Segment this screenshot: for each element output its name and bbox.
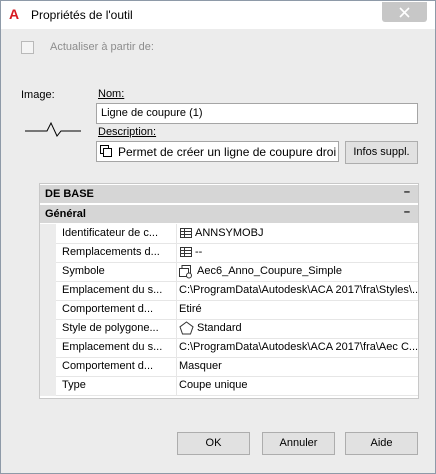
property-value-cell[interactable]: C:\ProgramData\Autodesk\ACA 2017\fra\Sty… (176, 281, 419, 300)
title-bar: A Propriétés de l'outil (1, 1, 435, 29)
symbol-icon (179, 265, 192, 279)
property-value-cell[interactable]: ANNSYMOBJ (176, 224, 418, 243)
autocad-logo-icon: A (9, 6, 20, 22)
category-base-label: DE BASE (45, 188, 94, 200)
category-general[interactable]: Général – (40, 205, 418, 223)
description-field[interactable]: Permet de créer un ligne de coupure droi (96, 141, 339, 162)
property-row[interactable]: Comportement d... Etiré (40, 300, 418, 320)
description-label: Description: (98, 126, 157, 138)
category-general-label: Général (45, 208, 86, 220)
property-value-cell[interactable]: Aec6_Anno_Coupure_Simple (176, 262, 418, 281)
property-row[interactable]: Emplacement du s... C:\ProgramData\Autod… (40, 281, 418, 301)
property-value: Standard (197, 322, 242, 334)
help-button[interactable]: Aide (345, 432, 418, 455)
property-value: -- (195, 246, 203, 258)
property-value-cell[interactable]: Masquer (176, 357, 418, 376)
pentagon-icon (179, 321, 194, 335)
property-value: Etiré (179, 303, 202, 315)
property-value: C:\ProgramData\Autodesk\ACA 2017\fra\Sty… (179, 284, 419, 296)
more-info-button[interactable]: Infos suppl. (345, 141, 418, 164)
property-key: Comportement d... (62, 360, 154, 372)
property-key: Emplacement du s... (62, 341, 163, 353)
property-value-cell[interactable]: Coupe unique (176, 376, 418, 395)
property-key: Identificateur de c... (62, 227, 158, 239)
window-title: Propriétés de l'outil (31, 8, 133, 22)
property-row[interactable]: Style de polygone... Standard (40, 319, 418, 339)
property-row[interactable]: Remplacements d... -- (40, 243, 418, 263)
property-value-cell[interactable]: Standard (176, 319, 418, 338)
close-button[interactable] (382, 2, 427, 22)
update-from-label: Actualiser à partir de: (50, 41, 154, 53)
tool-properties-dialog: A Propriétés de l'outil Actualiser à par… (0, 0, 436, 474)
property-value-cell[interactable]: Etiré (176, 300, 418, 319)
property-row[interactable]: Emplacement du s... C:\ProgramData\Autod… (40, 338, 418, 358)
property-key: Emplacement du s... (62, 284, 163, 296)
update-from-checkbox[interactable] (21, 41, 34, 54)
property-value: C:\ProgramData\Autodesk\ACA 2017\fra\Aec… (179, 341, 419, 353)
property-key: Comportement d... (62, 303, 154, 315)
property-row[interactable]: Type Coupe unique (40, 376, 418, 396)
image-label: Image: (21, 89, 55, 101)
property-row[interactable]: Comportement d... Masquer (40, 357, 418, 377)
property-value: Masquer (179, 360, 222, 372)
property-row[interactable]: Symbole Aec6_Anno_Coupure_Simple (40, 262, 418, 282)
property-key: Style de polygone... (62, 322, 159, 334)
collapse-icon[interactable]: – (404, 186, 410, 198)
property-value: ANNSYMOBJ (195, 227, 264, 239)
property-value-cell[interactable]: C:\ProgramData\Autodesk\ACA 2017\fra\Aec… (176, 338, 419, 357)
close-icon (399, 7, 410, 18)
table-icon (180, 247, 192, 257)
collapse-icon[interactable]: – (404, 206, 410, 218)
name-label: Nom: (98, 88, 125, 100)
description-icon (100, 145, 112, 157)
break-line-preview-icon (25, 121, 81, 137)
category-base[interactable]: DE BASE – (40, 185, 418, 203)
property-value-cell[interactable]: -- (176, 243, 418, 262)
name-value: Ligne de coupure (1) (101, 107, 203, 119)
property-value: Coupe unique (179, 379, 248, 391)
property-key: Remplacements d... (62, 246, 160, 258)
properties-grid: DE BASE – Général – Identificateur de c.… (39, 183, 419, 399)
description-value: Permet de créer un ligne de coupure droi (118, 145, 337, 159)
cancel-button[interactable]: Annuler (262, 432, 335, 455)
ok-button[interactable]: OK (177, 432, 250, 455)
property-value: Aec6_Anno_Coupure_Simple (197, 265, 342, 277)
property-key: Type (62, 379, 86, 391)
table-icon (180, 228, 192, 238)
property-row[interactable]: Identificateur de c... ANNSYMOBJ (40, 224, 418, 244)
name-field[interactable]: Ligne de coupure (1) (96, 103, 418, 124)
property-key: Symbole (62, 265, 105, 277)
